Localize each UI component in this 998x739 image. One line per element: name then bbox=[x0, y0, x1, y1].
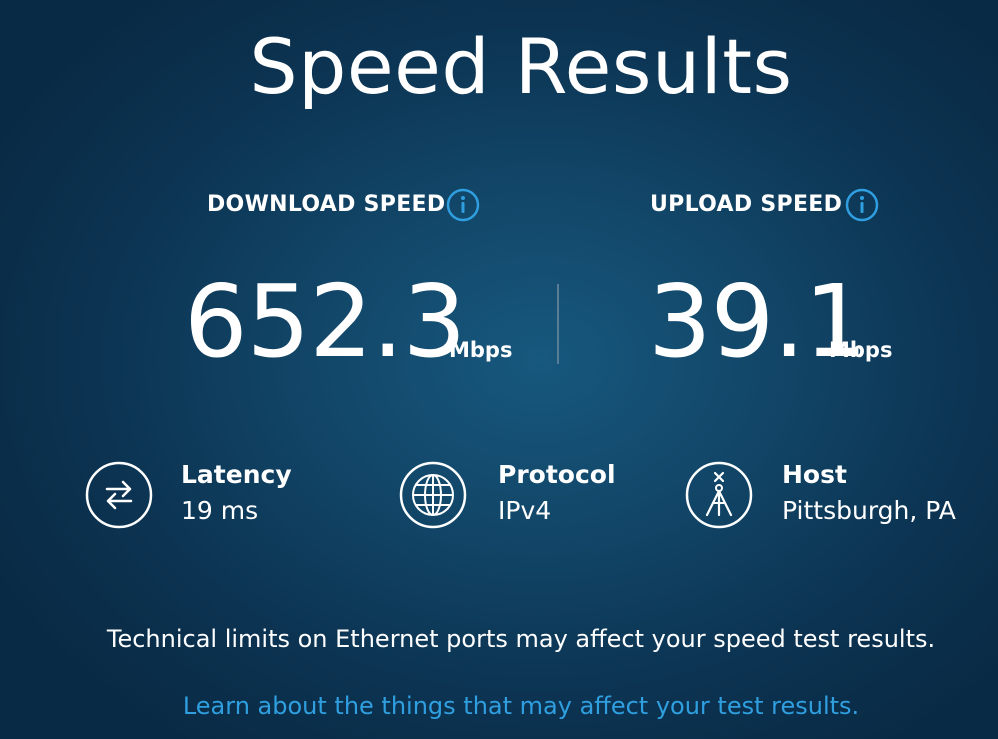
latency-title: Latency bbox=[181, 460, 292, 489]
download-info-icon[interactable] bbox=[446, 188, 480, 222]
transfer-arrows-icon bbox=[85, 461, 153, 529]
host-value: Pittsburgh, PA bbox=[782, 496, 956, 525]
upload-info-icon[interactable] bbox=[845, 188, 879, 222]
learn-more-link[interactable]: Learn about the things that may affect y… bbox=[0, 692, 998, 720]
download-speed-unit: Mbps bbox=[449, 338, 513, 362]
upload-speed-value: 39.1 bbox=[648, 263, 868, 380]
latency-value: 19 ms bbox=[181, 496, 259, 525]
protocol-value: IPv4 bbox=[498, 496, 552, 525]
upload-speed-label: UPLOAD SPEED bbox=[650, 192, 843, 217]
speed-divider bbox=[557, 284, 559, 364]
host-title: Host bbox=[782, 460, 847, 489]
download-speed-label: DOWNLOAD SPEED bbox=[207, 192, 446, 217]
tower-icon bbox=[685, 461, 753, 529]
ethernet-note: Technical limits on Ethernet ports may a… bbox=[106, 625, 936, 653]
page-title: Speed Results bbox=[249, 22, 793, 111]
download-speed-value: 652.3 bbox=[184, 263, 466, 380]
upload-speed-unit: Mbps bbox=[829, 338, 893, 362]
protocol-title: Protocol bbox=[498, 460, 616, 489]
globe-icon bbox=[399, 461, 467, 529]
